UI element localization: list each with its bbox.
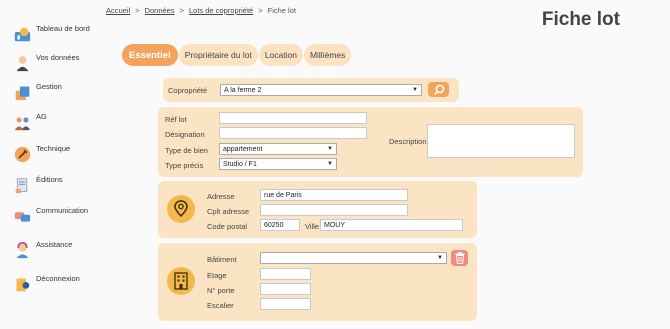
lot-panel: Réf lot Désignation Type de bien apparte… <box>158 107 583 177</box>
ref-lot-label: Réf lot <box>165 115 187 124</box>
adresse-input[interactable]: rue de Paris <box>260 189 408 201</box>
type-bien-value: appartement <box>223 145 263 153</box>
cplt-adresse-input[interactable] <box>260 204 408 216</box>
batiment-select[interactable]: ▼ <box>260 252 447 264</box>
tab-essentiel[interactable]: Essentiel <box>122 44 178 66</box>
porte-label: N° porte <box>207 286 235 295</box>
designation-label: Désignation <box>165 130 205 139</box>
sidebar-item-dashboard[interactable]: Tableau de bord <box>14 24 90 43</box>
trash-icon <box>455 252 464 264</box>
support-icon <box>16 242 29 259</box>
copro-select[interactable]: A la ferme 2 ▼ <box>220 84 422 96</box>
sidebar-item-technique[interactable]: Technique <box>14 144 70 163</box>
cplt-adresse-label: Cplt adresse <box>207 207 250 216</box>
breadcrumb: Accueil > Données > Lots de copropriété … <box>106 6 296 15</box>
logout-icon <box>16 278 30 292</box>
management-icon <box>15 86 30 101</box>
building-panel: Bâtiment ▼ Etage N° porte Escalier <box>158 243 477 321</box>
sidebar-item-gestion[interactable]: Gestion <box>14 82 62 101</box>
sidebar-item-label: Communication <box>36 206 89 215</box>
description-textarea[interactable] <box>427 124 575 158</box>
sidebar-item-label: Vos données <box>36 53 80 62</box>
search-button[interactable] <box>428 82 449 97</box>
breadcrumb-separator: > <box>179 6 184 15</box>
type-precis-value: Studio / F1 <box>223 160 257 168</box>
code-postal-label: Code postal <box>207 222 248 231</box>
etage-label: Etage <box>207 271 227 280</box>
chevron-down-icon: ▼ <box>437 255 443 261</box>
sidebar: Tableau de bord Vos données Gestion AG T… <box>0 0 100 329</box>
type-precis-select[interactable]: Studio / F1 ▼ <box>219 158 337 170</box>
copro-label: Copropriété <box>168 86 208 95</box>
breadcrumb-separator: > <box>135 6 140 15</box>
sidebar-item-editions[interactable]: Éditions <box>14 175 63 194</box>
breadcrumb-link-accueil[interactable]: Accueil <box>106 6 130 15</box>
sidebar-item-label: Tableau de bord <box>36 24 90 33</box>
tab-milliemes[interactable]: Millièmes <box>303 44 352 66</box>
delete-button[interactable] <box>451 250 468 266</box>
location-pin-icon <box>167 195 195 223</box>
sidebar-item-ag[interactable]: AG <box>14 112 47 131</box>
user-icon <box>16 56 29 72</box>
escalier-label: Escalier <box>207 301 234 310</box>
sidebar-item-vos-donnees[interactable]: Vos données <box>14 53 79 72</box>
code-postal-input[interactable]: 60250 <box>260 219 300 231</box>
tools-icon <box>14 146 31 163</box>
address-panel: Adresse rue de Paris Cplt adresse Code p… <box>158 181 477 238</box>
breadcrumb-link-lots[interactable]: Lots de copropriété <box>189 6 253 15</box>
sidebar-item-label: Assistance <box>36 240 73 249</box>
dashboard-icon <box>14 27 31 42</box>
sidebar-item-label: Technique <box>36 144 71 153</box>
tab-location[interactable]: Location <box>258 44 303 66</box>
copro-select-value: A la ferme 2 <box>224 86 262 94</box>
type-bien-label: Type de bien <box>165 146 208 155</box>
tab-bar: Essentiel Propriétaire du lot Location M… <box>122 44 352 66</box>
search-icon <box>433 84 444 95</box>
adresse-label: Adresse <box>207 192 235 201</box>
breadcrumb-current: Fiche lot <box>267 6 296 15</box>
batiment-label: Bâtiment <box>207 255 237 264</box>
chevron-down-icon: ▼ <box>327 146 333 152</box>
sidebar-item-label: Déconnexion <box>36 274 80 283</box>
meeting-icon <box>14 117 31 131</box>
sidebar-item-label: AG <box>36 112 47 121</box>
ville-input[interactable]: MOUY <box>320 219 463 231</box>
chevron-down-icon: ▼ <box>412 87 418 93</box>
page-title: Fiche lot <box>541 9 620 30</box>
documents-icon <box>15 178 28 194</box>
sidebar-item-label: Gestion <box>36 82 62 91</box>
chat-icon <box>14 212 31 222</box>
sidebar-item-communication[interactable]: Communication <box>14 206 88 225</box>
designation-input[interactable] <box>219 127 367 139</box>
chevron-down-icon: ▼ <box>327 161 333 167</box>
etage-input[interactable] <box>260 268 311 280</box>
breadcrumb-separator: > <box>258 6 263 15</box>
escalier-input[interactable] <box>260 298 311 310</box>
description-label: Description <box>389 137 427 146</box>
copro-panel: Copropriété A la ferme 2 ▼ <box>163 78 459 102</box>
sidebar-item-label: Éditions <box>36 175 63 184</box>
sidebar-item-deconnexion[interactable]: Déconnexion <box>14 274 80 293</box>
ville-label: Ville <box>305 222 320 231</box>
sidebar-item-assistance[interactable]: Assistance <box>14 240 72 259</box>
breadcrumb-link-donnees[interactable]: Données <box>145 6 175 15</box>
ref-lot-input[interactable] <box>219 112 367 124</box>
tab-proprietaire[interactable]: Propriétaire du lot <box>178 44 258 66</box>
building-icon <box>167 267 195 295</box>
porte-input[interactable] <box>260 283 311 295</box>
type-precis-label: Type précis <box>165 161 204 170</box>
type-bien-select[interactable]: appartement ▼ <box>219 143 337 155</box>
